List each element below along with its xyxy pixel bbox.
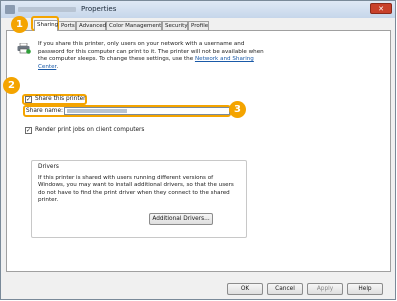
share-name-label: Share name: xyxy=(26,108,63,114)
sharing-panel: If you share this printer, only users on… xyxy=(6,30,391,272)
apply-button[interactable]: Apply xyxy=(307,283,343,295)
render-jobs-checkbox[interactable]: ✓ xyxy=(25,127,32,134)
printer-name-redacted xyxy=(18,7,76,12)
share-name-redacted xyxy=(67,109,127,113)
callout-badge-2: 2 xyxy=(3,77,20,94)
share-name-input[interactable] xyxy=(64,107,230,115)
cancel-button[interactable]: Cancel xyxy=(267,283,303,295)
tab-ports[interactable]: Ports xyxy=(58,21,76,30)
callout-badge-1: 1 xyxy=(11,16,28,33)
properties-window: Properties ✕ Sharing Ports Advanced Colo… xyxy=(0,0,396,300)
tab-profile[interactable]: Profile xyxy=(188,21,209,30)
tab-sharing[interactable]: Sharing xyxy=(34,20,58,31)
share-badge-icon xyxy=(26,49,31,54)
sharing-info-text: If you share this printer, only users on… xyxy=(38,41,264,70)
callout-badge-3: 3 xyxy=(229,101,246,118)
ok-button[interactable]: OK xyxy=(227,283,263,295)
check-icon: ✓ xyxy=(26,96,32,103)
close-icon: ✕ xyxy=(378,5,384,13)
tab-advanced[interactable]: Advanced xyxy=(76,21,106,30)
render-jobs-label: Render print jobs on client computers xyxy=(35,127,145,133)
drivers-title: Drivers xyxy=(38,164,59,170)
additional-drivers-button[interactable]: Additional Drivers... xyxy=(149,213,213,225)
tab-color-management[interactable]: Color Management xyxy=(106,21,162,30)
close-button[interactable]: ✕ xyxy=(370,3,392,14)
window-title: Properties xyxy=(81,5,117,13)
share-printer-checkbox[interactable]: ✓ xyxy=(25,96,32,103)
drivers-text: If this printer is shared with users run… xyxy=(38,175,234,204)
title-bar: Properties ✕ xyxy=(1,1,395,18)
help-button[interactable]: Help xyxy=(347,283,383,295)
printer-app-icon xyxy=(5,5,15,14)
tab-security[interactable]: Security xyxy=(162,21,188,30)
check-icon: ✓ xyxy=(26,127,32,134)
printer-icon xyxy=(17,43,31,54)
share-printer-label: Share this printer xyxy=(35,96,86,102)
